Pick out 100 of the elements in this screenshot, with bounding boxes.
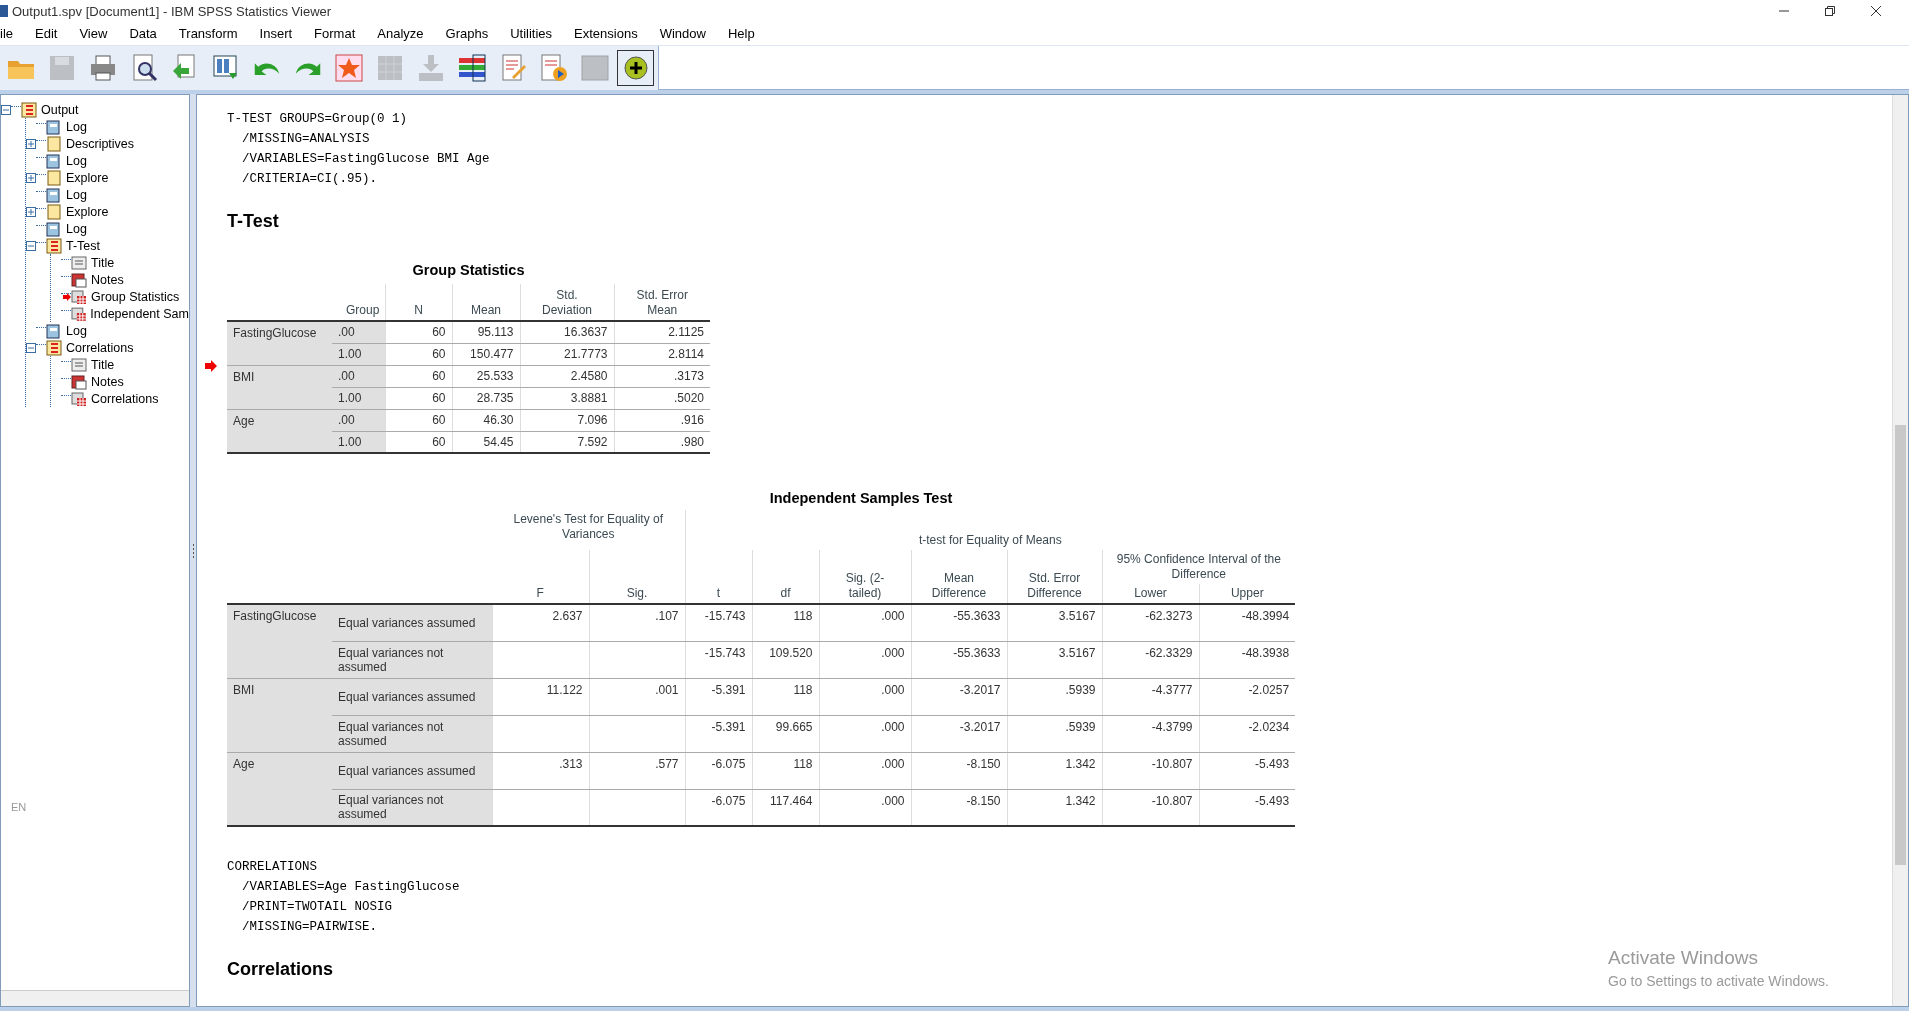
outline-item[interactable]: Title <box>91 357 115 372</box>
outline-item[interactable]: Explore <box>66 170 109 185</box>
row-header: FastingGlucose <box>233 609 317 623</box>
table-cell: -15.743 <box>704 609 746 623</box>
expand-icon[interactable] <box>26 206 36 217</box>
log-icon <box>46 186 62 203</box>
outline-item[interactable]: Descriptives <box>66 136 135 151</box>
collapse-icon[interactable] <box>26 240 36 251</box>
section-heading: T-Test <box>227 211 280 232</box>
notes-icon <box>71 373 87 390</box>
table-cell: 7.096 <box>577 413 608 427</box>
menu-item[interactable]: Window <box>659 26 706 41</box>
menu-item[interactable]: Extensions <box>574 26 638 41</box>
table-icon <box>456 52 487 83</box>
group-label: .00 <box>338 413 355 427</box>
table-title: Independent Samples Test <box>768 490 954 506</box>
table-cell: -62.3329 <box>1145 645 1193 660</box>
outline-item[interactable]: Log <box>66 323 87 338</box>
menu-item[interactable]: View <box>79 26 108 41</box>
row-label: Equal variances assumed <box>338 615 476 630</box>
row-header: Age <box>233 413 255 428</box>
expand-icon[interactable] <box>26 172 36 183</box>
table-cell: 2.637 <box>552 609 583 623</box>
row-label: Equal variances assumed <box>338 763 476 778</box>
log-icon <box>46 152 62 169</box>
table-cell: 7.592 <box>577 434 608 449</box>
outline-item[interactable]: Output <box>41 102 79 117</box>
table-cell: .000 <box>881 719 905 734</box>
toolbar-button[interactable] <box>617 49 654 86</box>
book-icon <box>46 135 62 152</box>
row-label: Equal variances not assumed <box>338 719 444 748</box>
square-icon <box>579 52 610 83</box>
expand-icon[interactable] <box>26 138 36 149</box>
table-cell: -55.3633 <box>953 609 1001 623</box>
outline-item[interactable]: Title <box>91 255 115 270</box>
collapse-icon[interactable] <box>26 342 36 353</box>
table-cell: -3.2017 <box>959 719 1001 734</box>
table-cell: 2.4580 <box>570 369 608 383</box>
outline-item[interactable]: Independent Sam <box>90 306 189 321</box>
menu-item[interactable]: Analyze <box>377 26 424 41</box>
menu-item[interactable]: Transform <box>178 26 238 41</box>
table-cell: -5.391 <box>711 682 746 697</box>
outline-item[interactable]: Correlations <box>91 391 159 406</box>
vertical-scrollbar[interactable] <box>1892 95 1908 1006</box>
column-group-header: 95% Confidence Interval of the Difference <box>1116 552 1281 581</box>
row-header: Age <box>233 756 255 771</box>
group-label: 1.00 <box>338 347 362 361</box>
row-header: FastingGlucose <box>233 326 317 340</box>
row-label: Equal variances not assumed <box>338 793 444 822</box>
table-cell: -5.493 <box>1255 756 1290 771</box>
menu-item[interactable]: ile <box>0 26 13 41</box>
window-title: Output1.spv [Document1] - IBM SPSS Statistics Viewer <box>12 3 333 19</box>
outline-item[interactable]: Explore <box>66 204 109 219</box>
outline-item[interactable]: Notes <box>91 374 124 389</box>
row-header: BMI <box>233 682 255 697</box>
table-cell: 2.1125 <box>668 325 704 340</box>
outline-item[interactable]: Log <box>66 153 87 168</box>
splitter-grip-icon[interactable] <box>191 543 195 558</box>
group-label: .00 <box>338 369 355 383</box>
table-cell: 99.665 <box>775 719 813 734</box>
outline-item[interactable]: Log <box>66 187 87 202</box>
menu-item[interactable]: Format <box>314 26 356 41</box>
table-cell: .916 <box>680 413 704 427</box>
close-icon <box>1871 6 1881 16</box>
outline-item[interactable]: Correlations <box>66 340 134 355</box>
column-header: Group <box>346 303 380 317</box>
outline-item[interactable]: Group Statistics <box>91 289 180 304</box>
outline-item[interactable]: T-Test <box>66 238 101 253</box>
column-group-header: Levene's Test for Equality of Variances <box>513 512 663 541</box>
table-icon <box>71 390 87 407</box>
current-arrow-icon <box>63 293 71 301</box>
table-cell: 118 <box>793 756 813 771</box>
table-cell: 3.5167 <box>1058 645 1096 660</box>
outline-item[interactable]: Log <box>66 221 87 236</box>
activation-text: Go to Settings to activate Windows. <box>1608 973 1829 989</box>
column-header: Mean <box>471 303 501 317</box>
menu-item[interactable]: Graphs <box>445 26 489 41</box>
table-cell: -55.3633 <box>953 645 1001 660</box>
menu-item[interactable]: Data <box>129 26 157 41</box>
document-icon <box>71 356 87 373</box>
document-icon <box>71 254 87 271</box>
group-label: .00 <box>338 325 355 340</box>
outline-item[interactable]: Log <box>66 119 87 134</box>
collapse-icon[interactable] <box>1 104 11 115</box>
horizontal-scrollbar[interactable] <box>1 990 189 1006</box>
table-cell: 118 <box>793 682 813 697</box>
table-cell: 46.30 <box>483 413 514 427</box>
column-header: Std. Error Difference <box>1027 571 1082 600</box>
outline-item[interactable]: Notes <box>91 272 124 287</box>
app-icon <box>0 4 10 18</box>
menu-item[interactable]: Insert <box>259 26 293 41</box>
document-play-icon <box>538 52 569 83</box>
table-cell: -10.807 <box>1151 793 1193 808</box>
group-label: 1.00 <box>338 434 362 449</box>
menu-item[interactable]: Help <box>727 26 755 41</box>
table-cell: 60 <box>432 413 446 427</box>
menu-item[interactable]: Edit <box>35 26 58 41</box>
book-icon <box>46 203 62 220</box>
menu-item[interactable]: Utilities <box>510 26 553 41</box>
restore-icon <box>1825 6 1835 16</box>
